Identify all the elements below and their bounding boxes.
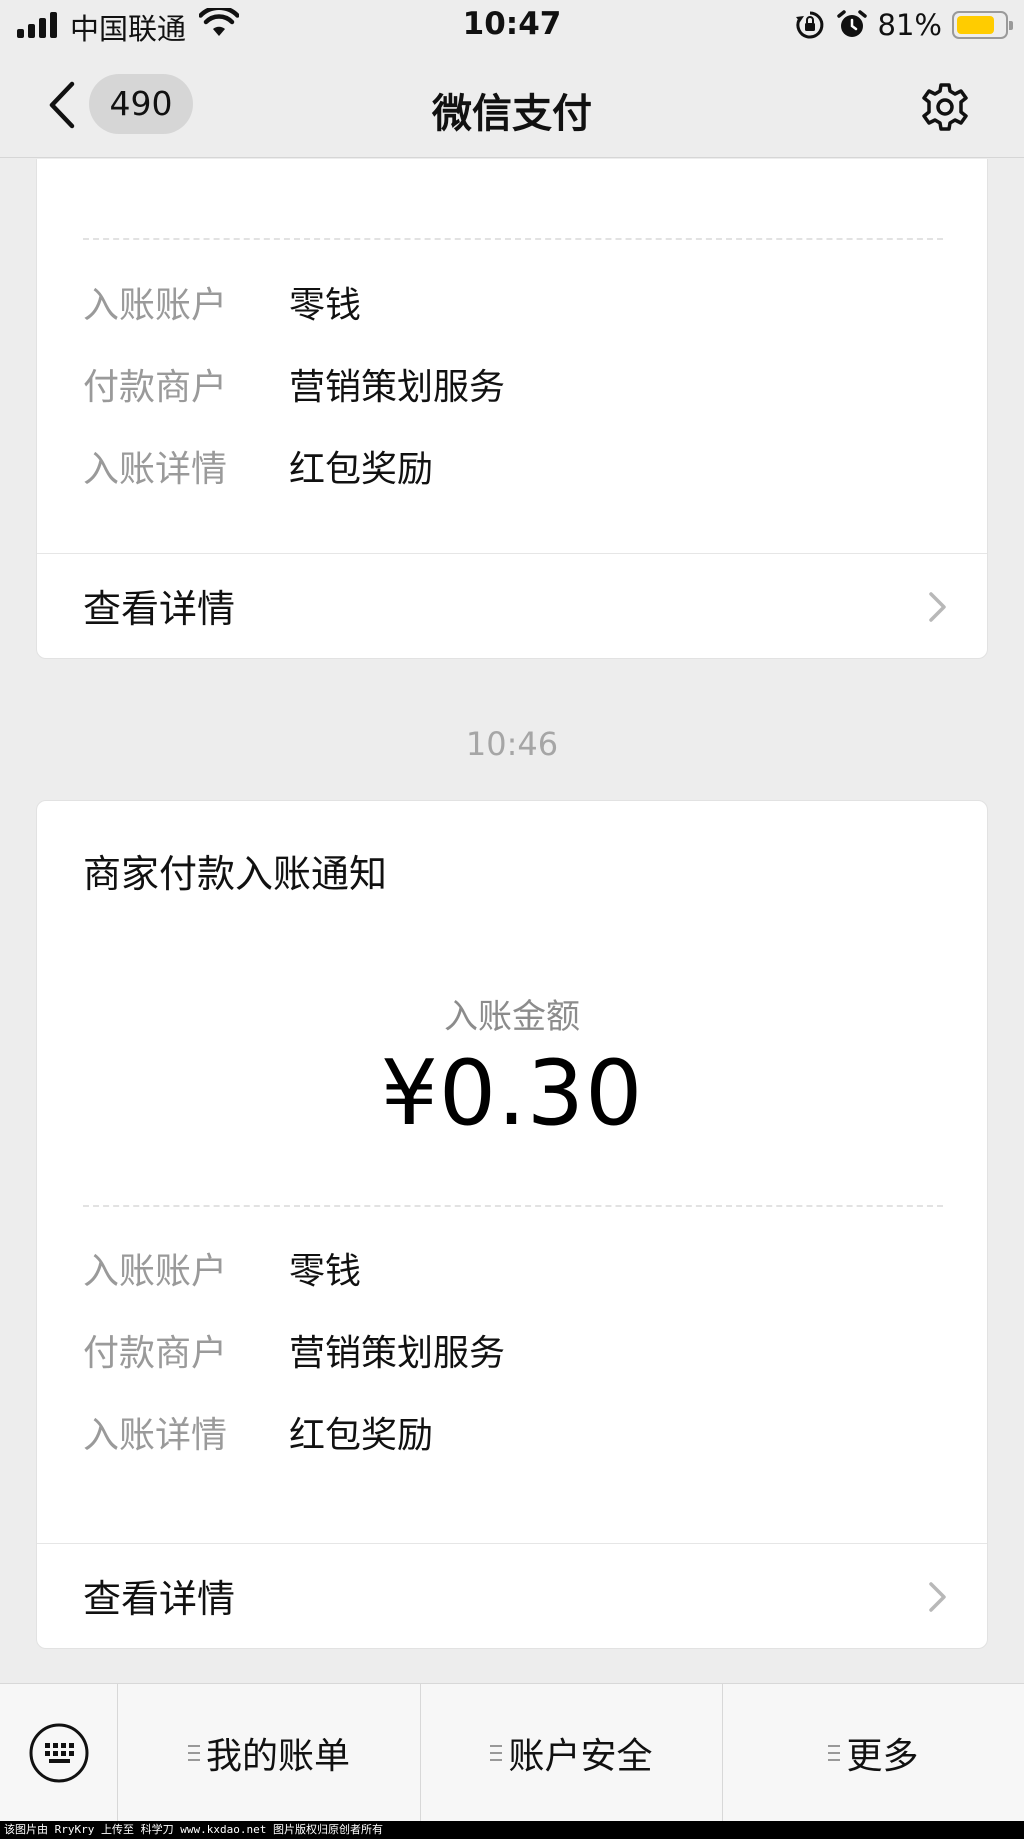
row-label: 入账详情: [83, 1415, 228, 1456]
menu-account-security[interactable]: 账户安全: [421, 1684, 723, 1822]
menu-icon: [828, 1745, 841, 1761]
menu-label: 更多: [846, 1736, 919, 1777]
bottom-menu-bar: 我的账单 账户安全 更多: [0, 1683, 1024, 1822]
battery-icon: [952, 11, 1013, 39]
unread-count-badge[interactable]: 490: [89, 74, 193, 134]
menu-label: 账户安全: [508, 1736, 653, 1777]
menu-my-bills[interactable]: 我的账单: [118, 1684, 421, 1822]
watermark-caption: 该图片由 RryKry 上传至 科学刀 www.kxdao.net 图片版权归原…: [0, 1821, 1024, 1839]
row-label: 入账账户: [83, 1251, 228, 1292]
dashed-divider: [83, 238, 943, 240]
row-label: 入账账户: [83, 285, 228, 326]
nav-bar: 490 微信支付: [0, 52, 1024, 158]
row-label: 付款商户: [83, 1333, 228, 1374]
menu-icon: [490, 1745, 503, 1761]
card-title: 商家付款入账通知: [83, 852, 388, 896]
chevron-right-icon: [929, 1582, 946, 1612]
payment-notice-card: 入账账户 零钱 付款商户 营销策划服务 入账详情 红包奖励 查看详情: [36, 159, 988, 659]
view-details-label: 查看详情: [83, 587, 236, 631]
menu-more[interactable]: 更多: [723, 1684, 1024, 1822]
row-label: 付款商户: [83, 367, 228, 408]
menu-icon: [187, 1745, 200, 1761]
view-details-link[interactable]: 查看详情: [37, 1544, 987, 1648]
status-bar: 中国联通 10:47 81%: [0, 0, 1024, 52]
menu-label: 我的账单: [205, 1736, 350, 1777]
alarm-icon: [836, 10, 867, 37]
chevron-right-icon: [929, 592, 946, 622]
carrier-name: 中国联通: [70, 12, 187, 46]
keyboard-icon: [29, 1723, 89, 1783]
amount-value: ¥0.30: [380, 1041, 644, 1146]
signal-strength-icon: [17, 12, 59, 38]
payment-notice-card: 商家付款入账通知 入账金额 ¥0.30 入账账户 零钱 付款商户 营销策划服务 …: [36, 800, 988, 1649]
row-value: 零钱: [289, 285, 362, 326]
message-timestamp: 10:46: [465, 725, 559, 763]
rotation-lock-icon: [795, 11, 823, 39]
amount-label: 入账金额: [444, 997, 580, 1037]
battery-percent: 81%: [877, 8, 942, 42]
row-value: 红包奖励: [289, 449, 434, 490]
keyboard-toggle-button[interactable]: [0, 1684, 118, 1822]
gear-icon[interactable]: [918, 80, 972, 134]
view-details-label: 查看详情: [83, 1577, 236, 1621]
dashed-divider: [83, 1205, 943, 1207]
back-arrow-icon[interactable]: [44, 80, 80, 130]
row-value: 零钱: [289, 1251, 362, 1292]
row-value: 营销策划服务: [289, 1333, 506, 1374]
row-value: 红包奖励: [289, 1415, 434, 1456]
wifi-icon: [199, 8, 239, 36]
row-label: 入账详情: [83, 449, 228, 490]
row-value: 营销策划服务: [289, 367, 506, 408]
view-details-link[interactable]: 查看详情: [37, 554, 987, 658]
message-list[interactable]: 入账账户 零钱 付款商户 营销策划服务 入账详情 红包奖励 查看详情 10:46…: [0, 159, 1024, 1683]
